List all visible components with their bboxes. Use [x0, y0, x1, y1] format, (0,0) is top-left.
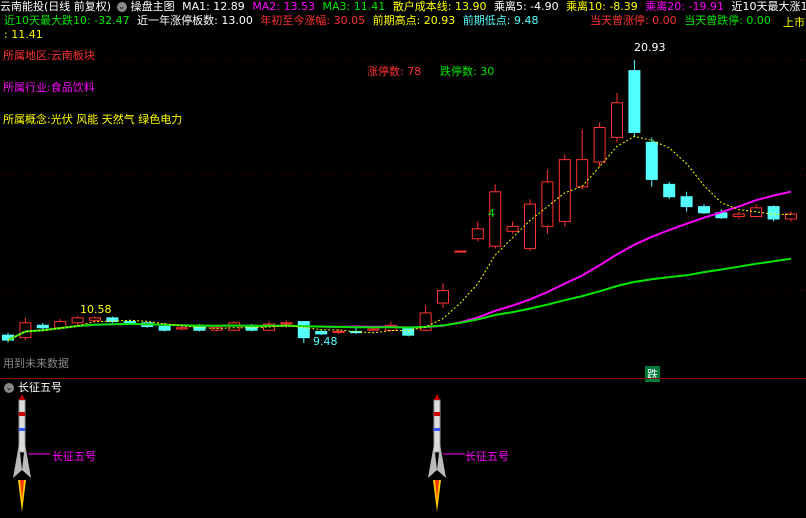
- candle-body: [332, 330, 345, 333]
- rocket-band-icon: [19, 412, 25, 416]
- max-rise10-value: 近10天最大涨10: 6.68: [731, 0, 806, 13]
- low-price-label-10-58: 10.58: [80, 303, 112, 316]
- max-fall10-value: 近10天最大跌10: -32.47: [4, 14, 130, 27]
- candle-body: [315, 330, 328, 335]
- candle-body: [611, 102, 623, 138]
- candle-body: [176, 327, 188, 330]
- candle-body: [680, 196, 693, 208]
- industry-label: 所属行业:食品饮料: [3, 81, 95, 94]
- limit-down-count: 跌停数: 30: [440, 65, 495, 78]
- candle-body: [71, 317, 84, 324]
- sub-panel-title[interactable]: 长征五号: [18, 381, 62, 394]
- candle-body: [576, 159, 589, 188]
- candle-body: [524, 203, 536, 250]
- limit-up-year-value: 近一年涨停板数: 13.00: [137, 14, 253, 27]
- candle-body: [437, 290, 449, 304]
- low-price-label-9-48: 9.48: [313, 335, 338, 348]
- limit-up-count: 涨停数: 78: [367, 65, 422, 78]
- candle-body: [350, 330, 362, 334]
- candle-body: [767, 206, 780, 220]
- candle-body: [454, 250, 467, 253]
- count-label: 4: [488, 207, 495, 220]
- rocket-label-1: 长征五号: [52, 450, 96, 463]
- today-limit-up-value: 当天曾涨停: 0.00: [589, 14, 677, 27]
- bias20-value: 乘离20: -19.91: [645, 0, 724, 13]
- candle-body: [593, 126, 606, 163]
- candle-body: [89, 317, 101, 321]
- candle-body: [506, 225, 519, 232]
- rocket-body-icon: [18, 399, 26, 453]
- rocket-tip-icon: [434, 394, 440, 400]
- candle-body: [471, 228, 484, 240]
- candle-body: [698, 206, 710, 214]
- cost-line: [7, 135, 792, 341]
- region-label: 所属地区:云南板块: [3, 49, 95, 62]
- rocket-body-icon: [433, 399, 441, 453]
- prev-high-value: 前期高点: 20.93: [372, 14, 456, 27]
- prev-low-value: 前期低点: 9.48: [462, 14, 539, 27]
- sub-panel-header: ⌄ 长征五号: [4, 381, 66, 395]
- header-row-1: 云南能投(日线 前复权) ⌄ 操盘主图 MA1: 12.89 MA2: 13.53…: [0, 0, 806, 14]
- candle-body: [663, 183, 676, 198]
- ytd-rise-value: 年初至今涨幅: 30.05: [260, 14, 366, 27]
- concept-label: 所属概念:光伏 风能 天然气 绿色电力: [3, 113, 183, 126]
- bias10-value: 乘离10: -8.39: [566, 0, 638, 13]
- ma20-line: [7, 190, 792, 341]
- rocket-stripe-icon: [434, 428, 440, 431]
- candle-body: [36, 324, 49, 329]
- candle-body: [750, 207, 763, 217]
- candle-body: [558, 159, 571, 222]
- candle-body: [123, 321, 136, 324]
- candle-body: [158, 326, 171, 331]
- candle-body: [732, 213, 745, 217]
- candle-body: [645, 141, 658, 180]
- ma3-value: MA3: 11.41: [322, 0, 386, 13]
- candle-body: [628, 70, 641, 133]
- listing-label: 上市: [783, 16, 805, 29]
- rocket-stripe-icon: [19, 428, 25, 431]
- header-row-3: : 11.41: [4, 28, 43, 41]
- chevron-down-icon[interactable]: ⌄: [4, 383, 14, 393]
- ma2-value: MA2: 13.53: [252, 0, 316, 13]
- high-price-label: 20.93: [634, 41, 666, 54]
- bias5-value: 乘离5: -4.90: [493, 0, 559, 13]
- panel-divider: [0, 378, 806, 379]
- ma1-value: MA1: 12.89: [182, 0, 245, 13]
- candle-body: [193, 326, 206, 331]
- ma40-line: [7, 257, 792, 341]
- rocket-band-icon: [434, 412, 440, 416]
- candle-body: [106, 317, 119, 323]
- candle-body: [402, 327, 415, 336]
- chevron-down-icon[interactable]: ⌄: [116, 2, 127, 12]
- stock-title: 云南能投(日线 前复权): [0, 0, 112, 13]
- cost-line-value: 散户成本线: 13.90: [392, 0, 487, 13]
- rocket-label-2: 长征五号: [465, 450, 509, 463]
- today-limit-down-value: 当天曾跌停: 0.00: [684, 14, 771, 27]
- header-row-2: 近10天最大跌10: -32.47 近一年涨停板数: 13.00 年初至今涨幅:…: [4, 14, 775, 28]
- fall-badge: 跌: [645, 366, 660, 382]
- panel-label[interactable]: 操盘主图: [131, 0, 175, 13]
- candle-body: [367, 328, 380, 331]
- candle-body: [297, 321, 310, 339]
- future-data-note: 用到未来数据: [3, 357, 69, 370]
- candle-body: [280, 322, 293, 325]
